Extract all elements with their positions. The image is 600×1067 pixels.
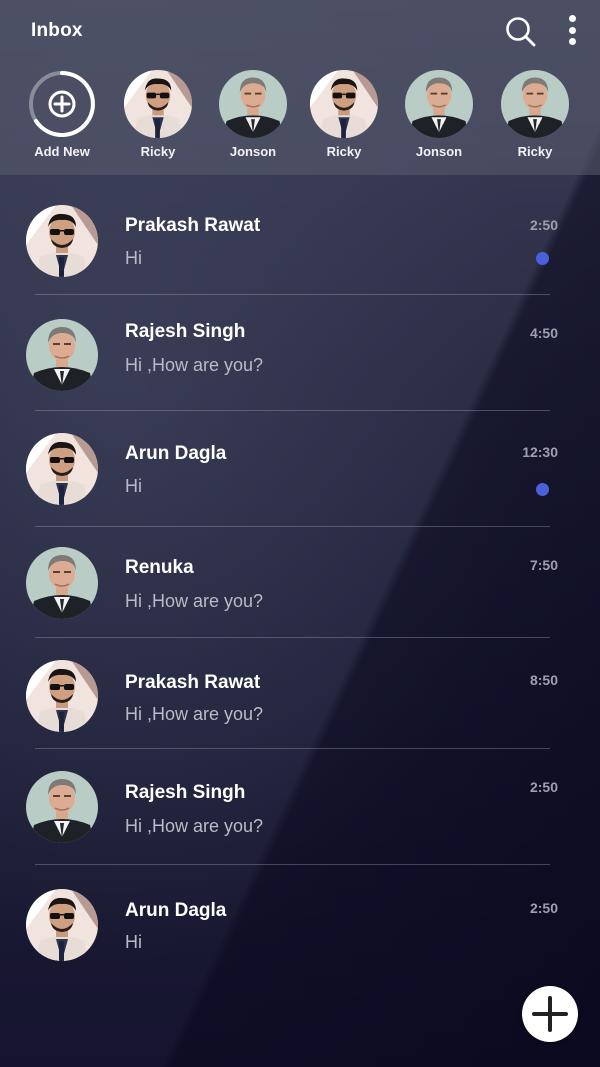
- avatar: [26, 889, 98, 961]
- avatar: [219, 70, 287, 138]
- last-message: Hi: [125, 248, 142, 268]
- unread-badge: [536, 252, 549, 265]
- story-ricky-1[interactable]: Ricky: [113, 70, 203, 159]
- add-new-story-button[interactable]: Add New: [17, 70, 107, 159]
- more-vertical-icon: [568, 15, 576, 22]
- message-time: 8:50: [529, 672, 558, 688]
- avatar: [405, 70, 473, 138]
- story-label: Jonson: [229, 144, 277, 159]
- message-time: 7:50: [529, 557, 558, 573]
- avatar: [26, 205, 98, 277]
- inbox-screen: Inbox Add New Ricky Jonson Ricky Jonson …: [0, 0, 600, 1067]
- contact-name: Arun Dagla: [125, 443, 227, 464]
- avatar: [26, 433, 98, 505]
- story-label: Ricky: [140, 144, 176, 159]
- story-label: Add New: [34, 144, 90, 159]
- avatar: [501, 70, 569, 138]
- avatar: [26, 771, 98, 843]
- avatar: [26, 547, 98, 619]
- message-time: 2:50: [529, 217, 558, 233]
- last-message: Hi ,How are you?: [125, 591, 264, 611]
- last-message: Hi ,How are you?: [125, 816, 264, 836]
- stories-row: Add New Ricky Jonson Ricky Jonson Ricky: [0, 70, 600, 170]
- story-ricky-2[interactable]: Ricky: [299, 70, 389, 159]
- plus-icon: [532, 996, 568, 1032]
- story-ricky-3[interactable]: Ricky: [490, 70, 580, 159]
- message-time: 2:50: [529, 900, 558, 916]
- avatar: [310, 70, 378, 138]
- avatar: [26, 660, 98, 732]
- contact-name: Rajesh Singh: [125, 782, 246, 803]
- conversation-row[interactable]: Rajesh Singh Hi ,How are you? 2:50: [0, 749, 600, 859]
- last-message: Hi ,How are you?: [125, 355, 264, 375]
- conversation-row[interactable]: Arun Dagla Hi 12:30: [0, 411, 600, 521]
- story-label: Ricky: [326, 144, 362, 159]
- story-jonson-1[interactable]: Jonson: [208, 70, 298, 159]
- story-label: Ricky: [517, 144, 553, 159]
- message-time: 4:50: [529, 325, 558, 341]
- header: Inbox Add New Ricky Jonson Ricky Jonson …: [0, 0, 600, 175]
- conversation-row[interactable]: Prakash Rawat Hi 2:50: [0, 195, 600, 305]
- more-options-button[interactable]: [560, 12, 584, 48]
- contact-name: Rajesh Singh: [125, 321, 246, 342]
- conversation-row[interactable]: Renuka Hi ,How are you? 7:50: [0, 527, 600, 637]
- contact-name: Renuka: [125, 557, 194, 578]
- story-jonson-2[interactable]: Jonson: [394, 70, 484, 159]
- contact-name: Prakash Rawat: [125, 215, 261, 236]
- avatar: [124, 70, 192, 138]
- page-title: Inbox: [31, 20, 83, 41]
- conversation-row[interactable]: Rajesh Singh Hi ,How are you? 4:50: [0, 295, 600, 405]
- last-message: Hi: [125, 932, 142, 952]
- plus-icon: [28, 70, 96, 138]
- conversation-row[interactable]: Prakash Rawat Hi ,How are you? 8:50: [0, 638, 600, 748]
- last-message: Hi ,How are you?: [125, 704, 264, 724]
- search-button[interactable]: [503, 14, 537, 48]
- search-icon: [506, 17, 536, 47]
- last-message: Hi: [125, 476, 142, 496]
- contact-name: Arun Dagla: [125, 900, 227, 921]
- contact-name: Prakash Rawat: [125, 672, 261, 693]
- message-time: 12:30: [522, 444, 558, 460]
- story-label: Jonson: [415, 144, 463, 159]
- message-time: 2:50: [529, 779, 558, 795]
- new-message-button[interactable]: [522, 986, 578, 1042]
- conversation-row[interactable]: Arun Dagla Hi 2:50: [0, 865, 600, 975]
- avatar: [26, 319, 98, 391]
- unread-badge: [536, 483, 549, 496]
